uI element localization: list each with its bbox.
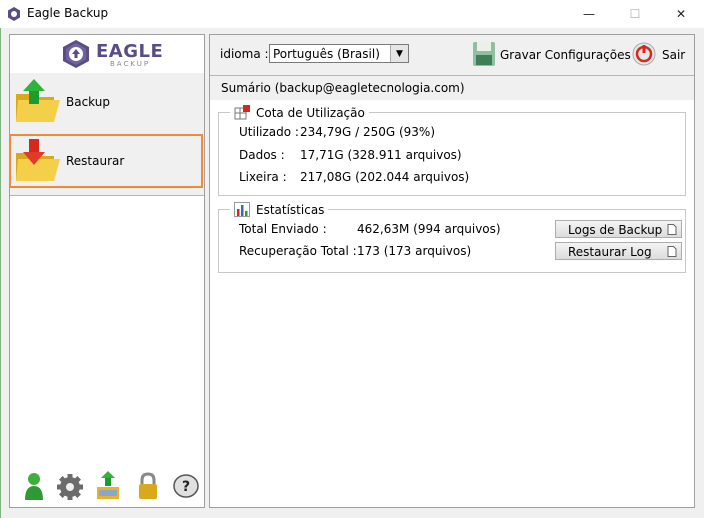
stats-sent-value: 462,63M (994 arquivos)	[357, 222, 501, 236]
gear-icon[interactable]	[56, 471, 84, 501]
quota-icon	[234, 105, 250, 120]
language-label: idioma :	[220, 47, 269, 61]
stats-title: Estatísticas	[256, 202, 325, 217]
quota-used-label: Utilizado :	[239, 125, 299, 139]
lock-icon[interactable]	[134, 471, 162, 501]
folder-upload-icon	[16, 79, 60, 122]
save-settings-label: Gravar Configurações	[500, 48, 631, 62]
quota-trash-label: Lixeira :	[239, 170, 287, 184]
eagle-logo-icon	[63, 40, 89, 68]
brand-logo: EAGLE BACKUP	[10, 35, 204, 74]
window-edge	[0, 28, 1, 518]
document-icon	[667, 224, 677, 235]
sidebar-toolbar: ?	[22, 471, 202, 503]
logo-subtitle: BACKUP	[110, 60, 151, 68]
transfer-icon[interactable]	[94, 471, 122, 501]
top-bar: idioma : Português (Brasil) ▼ Gravar Con…	[210, 35, 694, 73]
user-icon[interactable]	[22, 471, 50, 501]
floppy-disk-icon	[473, 42, 495, 66]
exit-label: Sair	[662, 48, 686, 62]
summary-title: Sumário (backup@eagletecnologia.com)	[221, 81, 465, 95]
maximize-button[interactable]: ☐	[612, 0, 658, 28]
help-icon[interactable]: ?	[172, 471, 200, 501]
svg-text:?: ?	[182, 479, 190, 495]
language-select[interactable]: Português (Brasil) ▼	[269, 44, 409, 63]
nav-panel: Backup Restaurar	[9, 73, 204, 196]
main-panel: idioma : Português (Brasil) ▼ Gravar Con…	[209, 34, 695, 508]
stats-sent-label: Total Enviado :	[239, 222, 327, 236]
exit-button[interactable]: Sair	[630, 40, 690, 68]
backup-logs-button[interactable]: Logs de Backup	[555, 220, 682, 238]
stats-header: Estatísticas	[230, 202, 329, 217]
quota-used-value: 234,79G / 250G (93%)	[300, 125, 436, 139]
restore-log-button[interactable]: Restaurar Log	[555, 242, 682, 260]
folder-download-icon	[16, 139, 60, 181]
stats-group: Estatísticas Total Enviado : 462,63M (99…	[218, 202, 686, 273]
nav-label-backup: Backup	[66, 95, 110, 109]
restore-log-label: Restaurar Log	[568, 245, 652, 259]
power-icon	[632, 42, 656, 66]
language-value: Português (Brasil)	[273, 47, 380, 61]
bar-chart-icon	[234, 202, 250, 217]
quota-data-value: 17,71G (328.911 arquivos)	[300, 148, 462, 162]
stats-recovered-value: 173 (173 arquivos)	[357, 244, 472, 258]
quota-group: Cota de Utilização Utilizado : 234,79G /…	[218, 105, 686, 196]
sidebar: EAGLE BACKUP Backup Restaurar ?	[9, 34, 205, 508]
save-settings-button[interactable]: Gravar Configurações	[470, 40, 632, 68]
close-button[interactable]: ✕	[658, 0, 704, 28]
nav-item-backup[interactable]: Backup	[10, 75, 204, 131]
chevron-down-icon[interactable]: ▼	[390, 45, 408, 62]
stats-recovered-label: Recuperação Total :	[239, 244, 357, 258]
logo-name: EAGLE	[96, 41, 164, 62]
backup-logs-label: Logs de Backup	[568, 223, 663, 237]
quota-data-label: Dados :	[239, 148, 285, 162]
app-logo-icon	[8, 7, 20, 21]
minimize-button[interactable]: —	[566, 0, 612, 28]
document-icon	[667, 246, 677, 257]
summary-content: Cota de Utilização Utilizado : 234,79G /…	[210, 100, 694, 507]
nav-item-restaurar[interactable]: Restaurar	[9, 134, 203, 188]
nav-label-restaurar: Restaurar	[66, 154, 125, 168]
window-title: Eagle Backup	[27, 6, 109, 20]
title-bar: Eagle Backup — ☐ ✕	[0, 0, 704, 28]
quota-trash-value: 217,08G (202.044 arquivos)	[300, 170, 470, 184]
quota-title: Cota de Utilização	[256, 105, 365, 120]
summary-header: Sumário (backup@eagletecnologia.com)	[210, 75, 694, 101]
quota-header: Cota de Utilização	[230, 105, 369, 120]
